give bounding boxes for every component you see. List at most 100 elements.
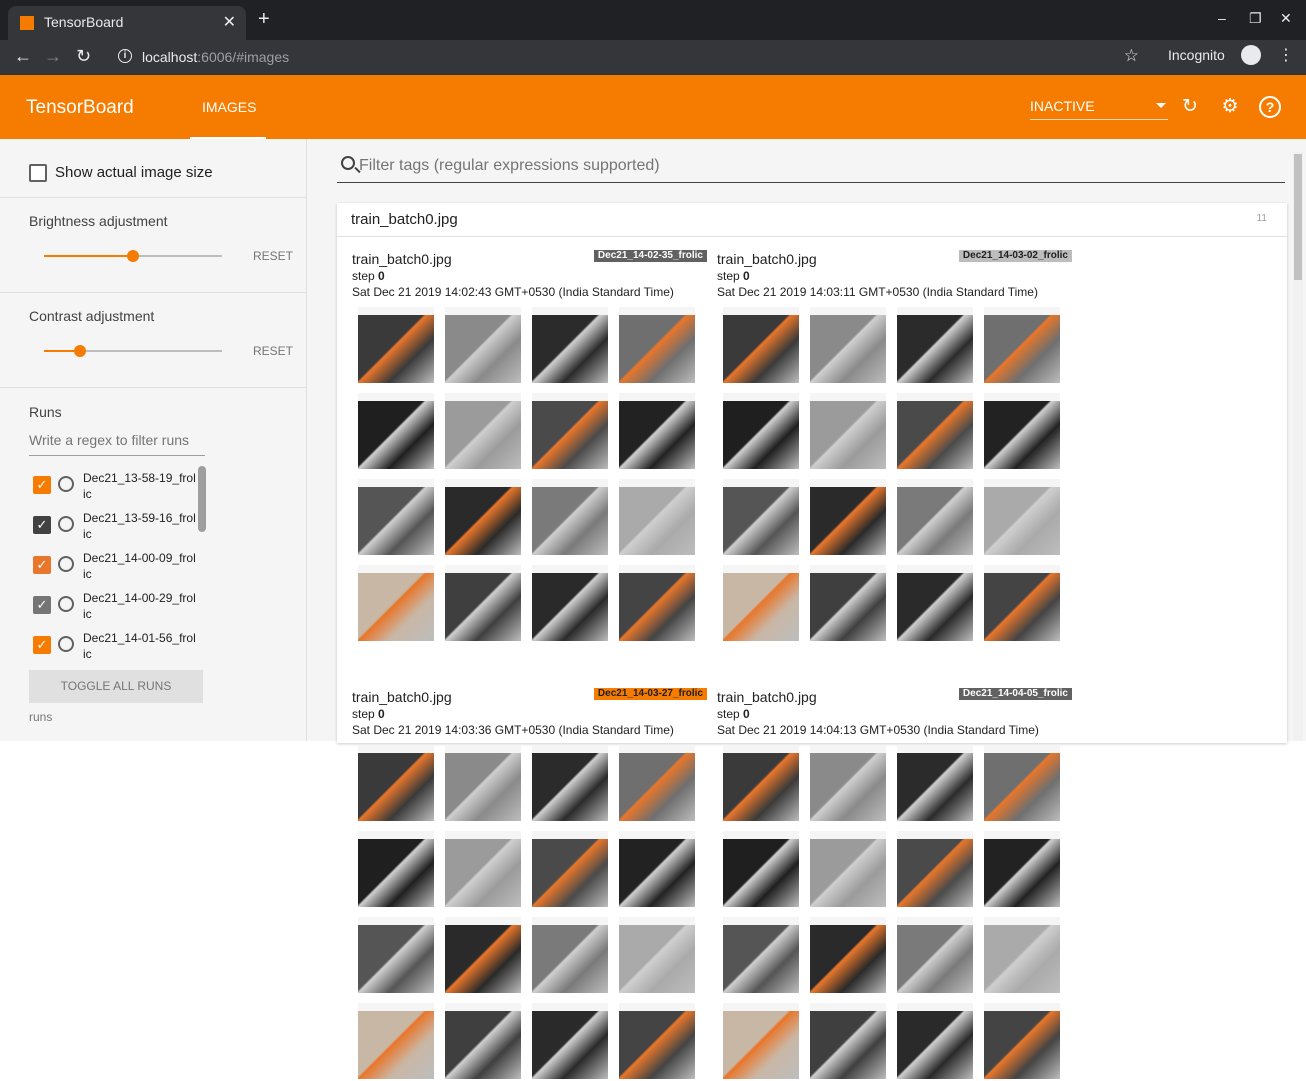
training-image-thumbnail xyxy=(984,307,1060,383)
tag-filter-placeholder: Filter tags (regular expressions support… xyxy=(359,157,660,174)
training-image-thumbnail xyxy=(723,565,799,641)
image-grid[interactable] xyxy=(723,745,1060,1081)
thumbnail-label-strip xyxy=(619,745,695,753)
runs-scrollbar[interactable] xyxy=(198,466,206,532)
training-image-thumbnail xyxy=(619,565,695,641)
training-image-thumbnail xyxy=(445,307,521,383)
image-grid[interactable] xyxy=(723,307,1060,643)
main-content: Filter tags (regular expressions support… xyxy=(307,139,1306,1079)
thumbnail-label-strip xyxy=(619,917,695,925)
run-row[interactable]: ✓ Dec21_14-00-09_frolic xyxy=(0,546,200,586)
thumbnail-label-strip xyxy=(897,1003,973,1011)
forward-arrow-icon[interactable]: → xyxy=(44,46,62,67)
run-checkbox[interactable]: ✓ xyxy=(33,596,51,614)
new-tab-button[interactable]: + xyxy=(258,8,270,30)
thumbnail-label-strip xyxy=(445,917,521,925)
training-image-thumbnail xyxy=(723,479,799,555)
training-image-thumbnail xyxy=(897,307,973,383)
inactive-dashboards-dropdown[interactable]: INACTIVE xyxy=(1030,98,1168,120)
site-info-icon[interactable]: i xyxy=(118,49,132,63)
runs-regex-input[interactable]: Write a regex to filter runs xyxy=(29,432,205,456)
thumbnail-label-strip xyxy=(897,479,973,487)
run-checkbox[interactable]: ✓ xyxy=(33,516,51,534)
address-bar[interactable]: i localhost:6006/#images ☆ xyxy=(100,43,1155,71)
thumbnail-label-strip xyxy=(358,479,434,487)
training-image-thumbnail xyxy=(723,307,799,383)
brightness-slider[interactable] xyxy=(44,250,222,262)
contrast-section: Contrast adjustment RESET xyxy=(0,293,307,388)
thumbnail-label-strip xyxy=(984,479,1060,487)
run-row[interactable]: ✓ Dec21_14-00-29_frolic xyxy=(0,586,200,626)
tag-pane-header[interactable]: train_batch0.jpg 11 xyxy=(337,203,1287,237)
page-scrollbar-thumb[interactable] xyxy=(1294,154,1302,280)
run-radio[interactable] xyxy=(58,476,74,492)
incognito-label: Incognito xyxy=(1168,47,1225,63)
contrast-reset-button[interactable]: RESET xyxy=(253,344,293,358)
training-image-thumbnail xyxy=(897,393,973,469)
training-image-thumbnail xyxy=(723,1003,799,1079)
run-radio[interactable] xyxy=(58,556,74,572)
run-checkbox[interactable]: ✓ xyxy=(33,636,51,654)
settings-gear-icon[interactable]: ⚙ xyxy=(1219,96,1241,118)
run-row[interactable]: ✓ Dec21_13-58-19_frolic xyxy=(0,466,200,506)
thumbnail-label-strip xyxy=(532,745,608,753)
training-image-thumbnail xyxy=(532,479,608,555)
thumbnail-label-strip xyxy=(984,565,1060,573)
brightness-reset-button[interactable]: RESET xyxy=(253,249,293,263)
run-radio[interactable] xyxy=(58,596,74,612)
training-image-thumbnail xyxy=(984,565,1060,641)
training-image-thumbnail xyxy=(897,1003,973,1079)
contrast-slider[interactable] xyxy=(44,345,222,357)
help-icon[interactable]: ? xyxy=(1259,96,1281,118)
image-grid[interactable] xyxy=(358,307,695,643)
training-image-thumbnail xyxy=(897,479,973,555)
run-checkbox[interactable]: ✓ xyxy=(33,476,51,494)
contrast-slider-knob[interactable] xyxy=(73,345,86,357)
run-row[interactable]: ✓ Dec21_13-59-16_frolic xyxy=(0,506,200,546)
image-card-timestamp: Sat Dec 21 2019 14:02:43 GMT+0530 (India… xyxy=(352,285,674,299)
step-value: 0 xyxy=(743,269,750,283)
run-checkbox[interactable]: ✓ xyxy=(33,556,51,574)
thumbnail-label-strip xyxy=(532,479,608,487)
run-badge: Dec21_14-03-02_frolic xyxy=(958,250,1072,262)
run-row[interactable]: ✓ Dec21_14-01-56_frolic xyxy=(0,626,200,666)
training-image-thumbnail xyxy=(358,1003,434,1079)
toggle-all-runs-button[interactable]: TOGGLE ALL RUNS xyxy=(29,670,203,703)
step-value: 0 xyxy=(378,707,385,721)
training-image-thumbnail xyxy=(810,307,886,383)
thumbnail-label-strip xyxy=(897,745,973,753)
reload-icon[interactable]: ↻ xyxy=(76,46,91,67)
tab-images[interactable]: IMAGES xyxy=(190,75,266,139)
step-label: step xyxy=(717,269,740,283)
run-radio[interactable] xyxy=(58,516,74,532)
training-image-thumbnail xyxy=(723,917,799,993)
image-card-step: step 0 xyxy=(352,707,385,721)
url-text: localhost:6006/#images xyxy=(142,49,289,65)
browser-menu-icon[interactable]: ⋮ xyxy=(1278,45,1294,65)
image-card-step: step 0 xyxy=(352,269,385,283)
brightness-slider-knob[interactable] xyxy=(127,250,139,262)
back-arrow-icon[interactable]: ← xyxy=(14,46,32,67)
training-image-thumbnail xyxy=(532,393,608,469)
thumbnail-label-strip xyxy=(897,307,973,315)
page-scrollbar[interactable] xyxy=(1293,152,1303,741)
tag-filter-input[interactable]: Filter tags (regular expressions support… xyxy=(337,156,1285,183)
show-actual-size-checkbox[interactable] xyxy=(29,164,47,182)
run-radio[interactable] xyxy=(58,636,74,652)
minimize-window-icon[interactable]: – xyxy=(1218,10,1226,26)
training-image-thumbnail xyxy=(984,393,1060,469)
thumbnail-label-strip xyxy=(358,745,434,753)
training-image-thumbnail xyxy=(358,565,434,641)
maximize-window-icon[interactable]: ❐ xyxy=(1249,10,1262,27)
browser-tab[interactable]: TensorBoard ✕ xyxy=(8,6,246,40)
training-image-thumbnail xyxy=(445,479,521,555)
close-tab-icon[interactable]: ✕ xyxy=(223,12,236,32)
bookmark-star-icon[interactable]: ☆ xyxy=(1124,46,1139,66)
image-grid[interactable] xyxy=(358,745,695,1081)
thumbnail-label-strip xyxy=(810,479,886,487)
training-image-thumbnail xyxy=(358,745,434,821)
reload-data-icon[interactable]: ↻ xyxy=(1179,96,1201,118)
thumbnail-label-strip xyxy=(723,745,799,753)
thumbnail-label-strip xyxy=(619,831,695,839)
close-window-icon[interactable]: ✕ xyxy=(1280,10,1292,27)
